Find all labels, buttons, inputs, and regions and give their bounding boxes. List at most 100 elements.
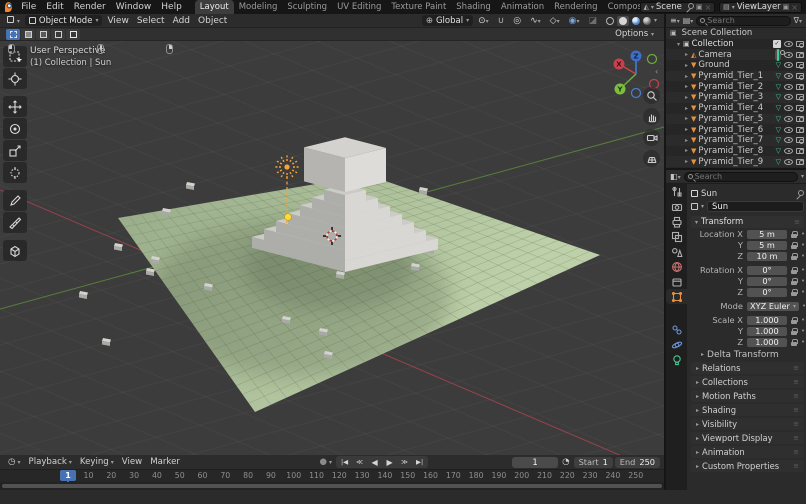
value-field[interactable]: 0° [747,277,787,286]
disable-render-icon[interactable] [796,127,804,133]
menu-file[interactable]: File [16,0,41,14]
play-button[interactable]: ▶ [382,458,397,467]
mode-select[interactable]: XYZ Euler▾ [747,302,799,311]
gizmo-neg-z[interactable] [632,89,641,98]
panel-relations[interactable]: ▸Relations≡ [691,362,804,374]
zoom-tool-icon[interactable] [643,87,660,104]
frame-end-field[interactable]: End250 [615,457,660,468]
timeline-menu-marker[interactable]: Marker [146,457,184,467]
panel-shading[interactable]: ▸Shading≡ [691,404,804,416]
shading-material-icon[interactable] [632,17,640,25]
menu-window[interactable]: Window [111,0,157,14]
animate-dot-icon[interactable]: • [802,302,806,310]
hide-eye-icon[interactable] [784,159,793,165]
animate-dot-icon[interactable]: • [801,338,805,346]
outliner-item-pyramid-tier-1[interactable]: ▸▼Pyramid_Tier_1▽ [666,71,806,82]
new-scene-icon[interactable]: ▣ [696,3,703,11]
outliner-item-pyramid-tier-4[interactable]: ▸▼Pyramid_Tier_4▽ [666,103,806,114]
outliner-item-pyramid-tier-6[interactable]: ▸▼Pyramid_Tier_6▽ [666,124,806,135]
unlink-scene-icon[interactable]: × [704,3,711,12]
outliner-search[interactable] [696,16,790,26]
timeline-editor-icon[interactable]: ◷▾ [4,457,25,467]
panel-visibility[interactable]: ▸Visibility≡ [691,418,804,430]
shading-modes[interactable]: ▾ [602,14,661,28]
stopwatch-icon[interactable]: ◔ [558,457,574,467]
shading-solid-active[interactable] [617,16,629,26]
perspective-toggle-icon[interactable] [643,150,660,167]
tool-annotate[interactable] [3,190,27,211]
workspace-tab-uv-editing[interactable]: UV Editing [332,0,386,14]
outliner-filter-id-icon[interactable]: ▤▾ [683,16,694,25]
viewport-menu-view[interactable]: View [103,14,132,28]
jump-end-button[interactable]: ▶| [412,458,427,466]
next-keyframe-button[interactable]: ≫ [397,458,412,466]
gizmos-dropdown[interactable]: ◇▾ [546,14,564,28]
select-mode-invert[interactable] [51,29,65,40]
shading-wireframe-icon[interactable] [606,17,614,25]
tool-move[interactable] [3,96,27,117]
animate-dot-icon[interactable]: • [801,288,805,296]
object-name-field[interactable]: Sun [707,201,804,212]
outliner-search-input[interactable] [707,16,786,25]
tool-add-cube[interactable] [3,240,27,261]
panel-motion-paths[interactable]: ▸Motion Paths≡ [691,390,804,402]
panel-viewport-display[interactable]: ▸Viewport Display≡ [691,432,804,444]
animate-dot-icon[interactable]: • [801,252,805,260]
animate-dot-icon[interactable]: • [801,266,805,274]
expand-icon[interactable]: ▸ [682,94,691,101]
autokey-button[interactable]: ●▾ [316,457,337,467]
viewlayer-selector[interactable]: ▤ ▾ ViewLayer ▣ × [719,2,802,13]
scene-selector[interactable]: ◭ ▾ Scene ▣ × [640,2,716,13]
value-field[interactable]: 10 m [747,252,787,261]
panel-custom-properties[interactable]: ▸Custom Properties≡ [691,460,804,472]
lock-icon[interactable] [791,242,798,249]
properties-world-tab[interactable] [666,259,687,274]
outliner-item-pyramid-tier-8[interactable]: ▸▼Pyramid_Tier_8▽ [666,146,806,157]
value-field[interactable]: 5 m [747,241,787,250]
properties-collection-tab[interactable] [666,274,687,289]
panel-animation[interactable]: ▸Animation≡ [691,446,804,458]
properties-data-tab[interactable] [666,352,687,367]
workspace-tab-layout[interactable]: Layout [195,0,234,14]
outliner-filter-icon[interactable]: ∇▾ [794,16,802,25]
menu-render[interactable]: Render [69,0,111,14]
expand-icon[interactable]: ▸ [682,115,691,122]
tool-select-box[interactable] [3,46,27,67]
workspace-tab-sculpting[interactable]: Sculpting [282,0,332,14]
hide-eye-icon[interactable] [784,116,793,122]
falloff-dropdown[interactable]: ∿▾ [526,14,545,28]
tool-measure[interactable] [3,212,27,233]
prev-keyframe-button[interactable]: ≪ [352,458,367,466]
properties-search-input[interactable] [695,172,794,181]
xray-toggle[interactable]: ◪ [584,14,601,28]
lock-icon[interactable] [791,317,798,324]
orientation-dropdown[interactable]: ⊕ Global▾ [422,15,473,26]
lock-icon[interactable] [791,253,798,260]
viewport-menu-object[interactable]: Object [194,14,231,28]
lock-icon[interactable] [791,267,798,274]
pan-tool-icon[interactable] [643,108,660,125]
properties-physics-tab[interactable] [666,337,687,352]
hide-eye-icon[interactable] [784,105,793,111]
disable-render-icon[interactable] [796,73,804,79]
disable-render-icon[interactable] [796,159,804,165]
tool-transform[interactable] [3,162,27,183]
expand-icon[interactable]: ▸ [682,126,691,133]
disable-render-icon[interactable] [796,105,804,111]
overlays-dropdown[interactable]: ◉▾ [565,14,584,28]
timeline-menu-keying[interactable]: Keying▾ [76,457,118,467]
workspace-tab-compositing[interactable]: Compositing [603,0,640,14]
pin-icon[interactable] [686,3,694,11]
remove-layer-icon[interactable]: × [791,3,798,12]
timeline-menu-view[interactable]: View [118,457,146,467]
menu-edit[interactable]: Edit [41,0,68,14]
mode-dropdown[interactable]: Object Mode▾ [25,15,103,26]
outliner-item-pyramid-tier-3[interactable]: ▸▼Pyramid_Tier_3▽ [666,92,806,103]
outliner-display-mode[interactable]: ≡▾ [670,16,680,25]
expand-icon[interactable]: ▸ [682,51,691,58]
editor-type-button[interactable]: ▾ [3,14,24,28]
select-mode-intersect[interactable] [66,29,80,40]
sidebar-collapse-icon[interactable]: ‹ [655,67,658,76]
expand-icon[interactable]: ▸ [682,83,691,90]
expand-icon[interactable]: ▸ [682,73,691,80]
